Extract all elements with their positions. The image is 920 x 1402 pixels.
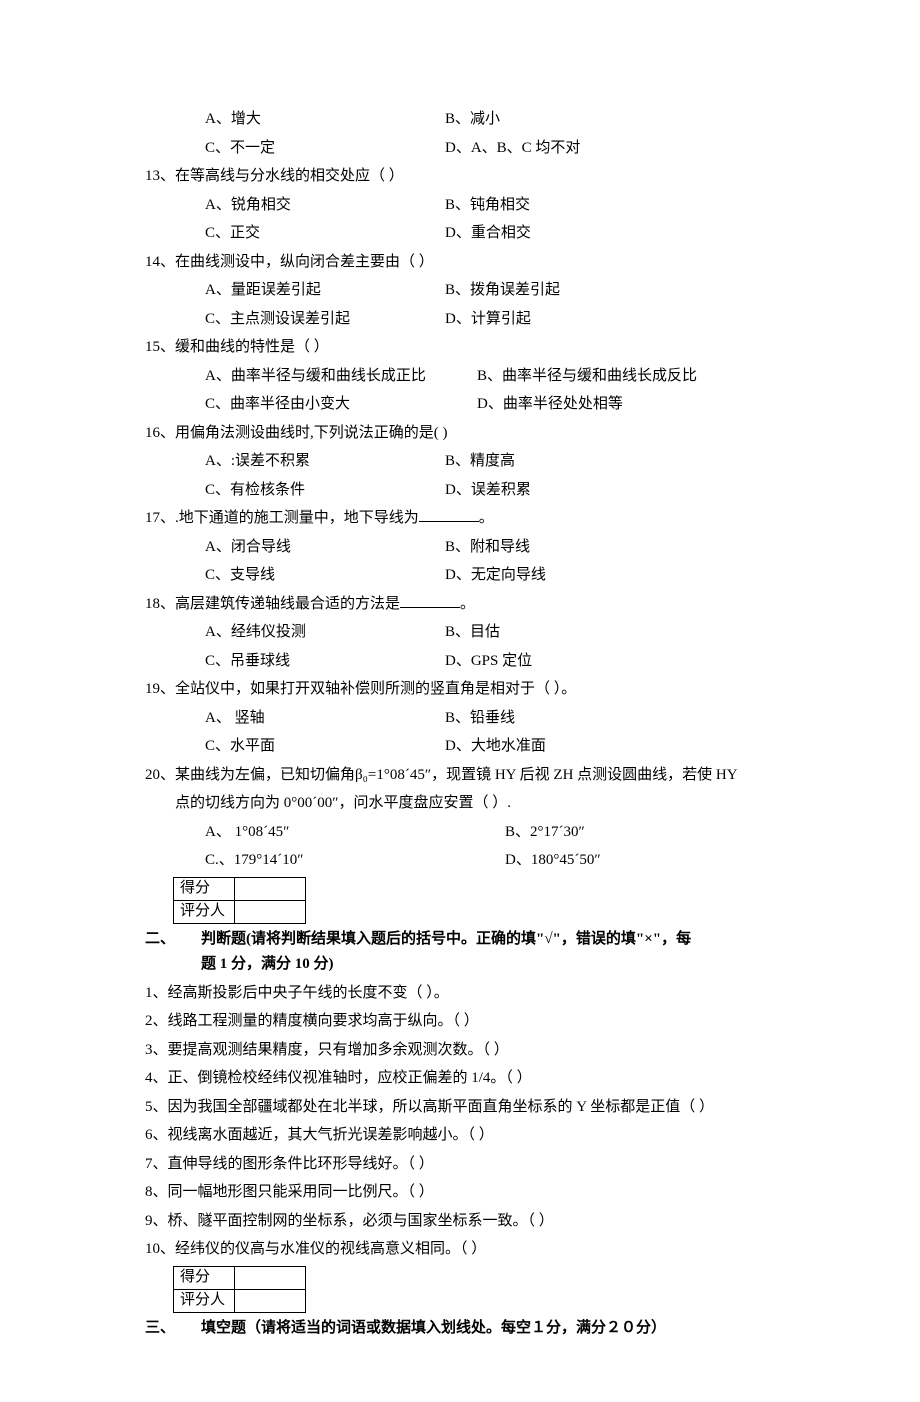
section-2-sub: 题 1 分，满分 10 分) bbox=[145, 950, 790, 979]
q16-stem: 16、用偏角法测设曲线时,下列说法正确的是( ) bbox=[145, 419, 790, 448]
q14-options: A、量距误差引起 B、拨角误差引起 C、主点测设误差引起 D、计算引起 bbox=[145, 276, 790, 333]
score-label: 得分 bbox=[174, 877, 235, 900]
tf-10: 10、经纬仪的仪高与水准仪的视线高意义相同。（ ） bbox=[145, 1235, 790, 1264]
q17-opt-b: B、附和导线 bbox=[445, 533, 530, 562]
q18-opt-b: B、目估 bbox=[445, 618, 500, 647]
section-3-head: 三、填空题（请将适当的词语或数据填入划线处。每空１分，满分２０分） bbox=[145, 1314, 790, 1343]
q12-opt-c: C、不一定 bbox=[205, 134, 445, 163]
q19-options: A、 竖轴 B、铅垂线 C、水平面 D、大地水准面 bbox=[145, 704, 790, 761]
q16-opt-b: B、精度高 bbox=[445, 447, 515, 476]
q12-opt-b: B、减小 bbox=[445, 105, 500, 134]
section-2-num: 二、 bbox=[145, 925, 201, 954]
tf-3: 3、要提高观测结果精度，只有增加多余观测次数。（ ） bbox=[145, 1036, 790, 1065]
q15-opt-d: D、曲率半径处处相等 bbox=[477, 390, 623, 419]
q17-options: A、闭合导线 B、附和导线 C、支导线 D、无定向导线 bbox=[145, 533, 790, 590]
q14-opt-c: C、主点测设误差引起 bbox=[205, 305, 445, 334]
grader-label: 评分人 bbox=[174, 1289, 235, 1312]
q15-opt-b: B、曲率半径与缓和曲线长成反比 bbox=[477, 362, 697, 391]
q13-opt-d: D、重合相交 bbox=[445, 219, 531, 248]
tf-4: 4、正、倒镜检校经纬仪视准轴时，应校正偏差的 1/4。（ ） bbox=[145, 1064, 790, 1093]
q20-opt-d: D、180°45´50″ bbox=[505, 846, 601, 875]
q14-opt-b: B、拨角误差引起 bbox=[445, 276, 560, 305]
q15-stem: 15、缓和曲线的特性是（ ） bbox=[145, 333, 790, 362]
q16-opt-c: C、有检核条件 bbox=[205, 476, 445, 505]
section-2-head: 二、判断题(请将判断结果填入题后的括号中。正确的填"√"，错误的填"×"，每 bbox=[145, 925, 790, 954]
q15-options: A、曲率半径与缓和曲线长成正比 B、曲率半径与缓和曲线长成反比 C、曲率半径由小… bbox=[145, 362, 790, 419]
q18-stem: 18、高层建筑传递轴线最合适的方法是 。 bbox=[145, 590, 790, 619]
q13-opt-c: C、正交 bbox=[205, 219, 445, 248]
q18-opt-a: A、经纬仪投测 bbox=[205, 618, 445, 647]
grader-value bbox=[235, 1289, 306, 1312]
tf-9: 9、桥、隧平面控制网的坐标系，必须与国家坐标系一致。（ ） bbox=[145, 1207, 790, 1236]
score-label: 得分 bbox=[174, 1266, 235, 1289]
section-3-num: 三、 bbox=[145, 1314, 201, 1343]
q15-opt-a: A、曲率半径与缓和曲线长成正比 bbox=[205, 362, 477, 391]
q17-pre: 17、.地下通道的施工测量中，地下导线为 bbox=[145, 510, 419, 526]
grader-label: 评分人 bbox=[174, 900, 235, 923]
q18-pre: 18、高层建筑传递轴线最合适的方法是 bbox=[145, 596, 400, 612]
tf-6: 6、视线离水面越近，其大气折光误差影响越小。（ ） bbox=[145, 1121, 790, 1150]
score-value bbox=[235, 1266, 306, 1289]
q17-opt-c: C、支导线 bbox=[205, 561, 445, 590]
q20-cont: 点的切线方向为 0°00´00″，问水平度盘应安置（ ）. bbox=[145, 789, 790, 818]
q12-opt-d: D、A、B、C 均不对 bbox=[445, 134, 580, 163]
q20-options: A、 1°08´45″ B、2°17´30″ C.、179°14´10″ D、1… bbox=[145, 818, 790, 875]
blank-line bbox=[400, 592, 460, 608]
q19-opt-b: B、铅垂线 bbox=[445, 704, 515, 733]
q17-opt-d: D、无定向导线 bbox=[445, 561, 546, 590]
q14-stem: 14、在曲线测设中，纵向闭合差主要由（ ） bbox=[145, 248, 790, 277]
q12-options: A、增大 B、减小 C、不一定 D、A、B、C 均不对 bbox=[145, 105, 790, 162]
q17-stem: 17、.地下通道的施工测量中，地下导线为 。 bbox=[145, 504, 790, 533]
tf-7: 7、直伸导线的图形条件比环形导线好。（ ） bbox=[145, 1150, 790, 1179]
score-table-1: 得分 评分人 bbox=[173, 877, 306, 924]
section-3-title: 填空题（请将适当的词语或数据填入划线处。每空１分，满分２０分） bbox=[201, 1320, 666, 1336]
q18-post: 。 bbox=[460, 596, 475, 612]
q14-opt-d: D、计算引起 bbox=[445, 305, 531, 334]
q17-opt-a: A、闭合导线 bbox=[205, 533, 445, 562]
q19-opt-d: D、大地水准面 bbox=[445, 732, 546, 761]
q17-post: 。 bbox=[479, 510, 494, 526]
q19-opt-c: C、水平面 bbox=[205, 732, 445, 761]
q16-options: A、:误差不积累 B、精度高 C、有检核条件 D、误差积累 bbox=[145, 447, 790, 504]
q13-opt-b: B、钝角相交 bbox=[445, 191, 530, 220]
q19-stem: 19、全站仪中，如果打开双轴补偿则所测的竖直角是相对于（ ）。 bbox=[145, 675, 790, 704]
q13-stem: 13、在等高线与分水线的相交处应（ ） bbox=[145, 162, 790, 191]
tf-8: 8、同一幅地形图只能采用同一比例尺。（ ） bbox=[145, 1178, 790, 1207]
score-table-2: 得分 评分人 bbox=[173, 1266, 306, 1313]
section-2-title: 判断题(请将判断结果填入题后的括号中。正确的填"√"，错误的填"×"，每 bbox=[201, 931, 691, 947]
q13-opt-a: A、锐角相交 bbox=[205, 191, 445, 220]
q16-opt-d: D、误差积累 bbox=[445, 476, 531, 505]
q18-opt-c: C、吊垂球线 bbox=[205, 647, 445, 676]
q20-stem: 20、某曲线为左偏，已知切偏角β₀=1°08´45″，现置镜 HY 后视 ZH … bbox=[145, 761, 790, 790]
q16-opt-a: A、:误差不积累 bbox=[205, 447, 445, 476]
tf-5: 5、因为我国全部疆域都处在北半球，所以高斯平面直角坐标系的 Y 坐标都是正值（ … bbox=[145, 1093, 790, 1122]
q18-opt-d: D、GPS 定位 bbox=[445, 647, 532, 676]
grader-value bbox=[235, 900, 306, 923]
q14-opt-a: A、量距误差引起 bbox=[205, 276, 445, 305]
q20-opt-c: C.、179°14´10″ bbox=[205, 846, 505, 875]
q18-options: A、经纬仪投测 B、目估 C、吊垂球线 D、GPS 定位 bbox=[145, 618, 790, 675]
q20-opt-a: A、 1°08´45″ bbox=[205, 818, 505, 847]
blank-line bbox=[419, 506, 479, 522]
q15-opt-c: C、曲率半径由小变大 bbox=[205, 390, 477, 419]
q13-options: A、锐角相交 B、钝角相交 C、正交 D、重合相交 bbox=[145, 191, 790, 248]
q20-opt-b: B、2°17´30″ bbox=[505, 818, 585, 847]
q12-opt-a: A、增大 bbox=[205, 105, 445, 134]
q19-opt-a: A、 竖轴 bbox=[205, 704, 445, 733]
score-value bbox=[235, 877, 306, 900]
tf-2: 2、线路工程测量的精度横向要求均高于纵向。（ ） bbox=[145, 1007, 790, 1036]
tf-1: 1、经高斯投影后中央子午线的长度不变（ ）。 bbox=[145, 979, 790, 1008]
